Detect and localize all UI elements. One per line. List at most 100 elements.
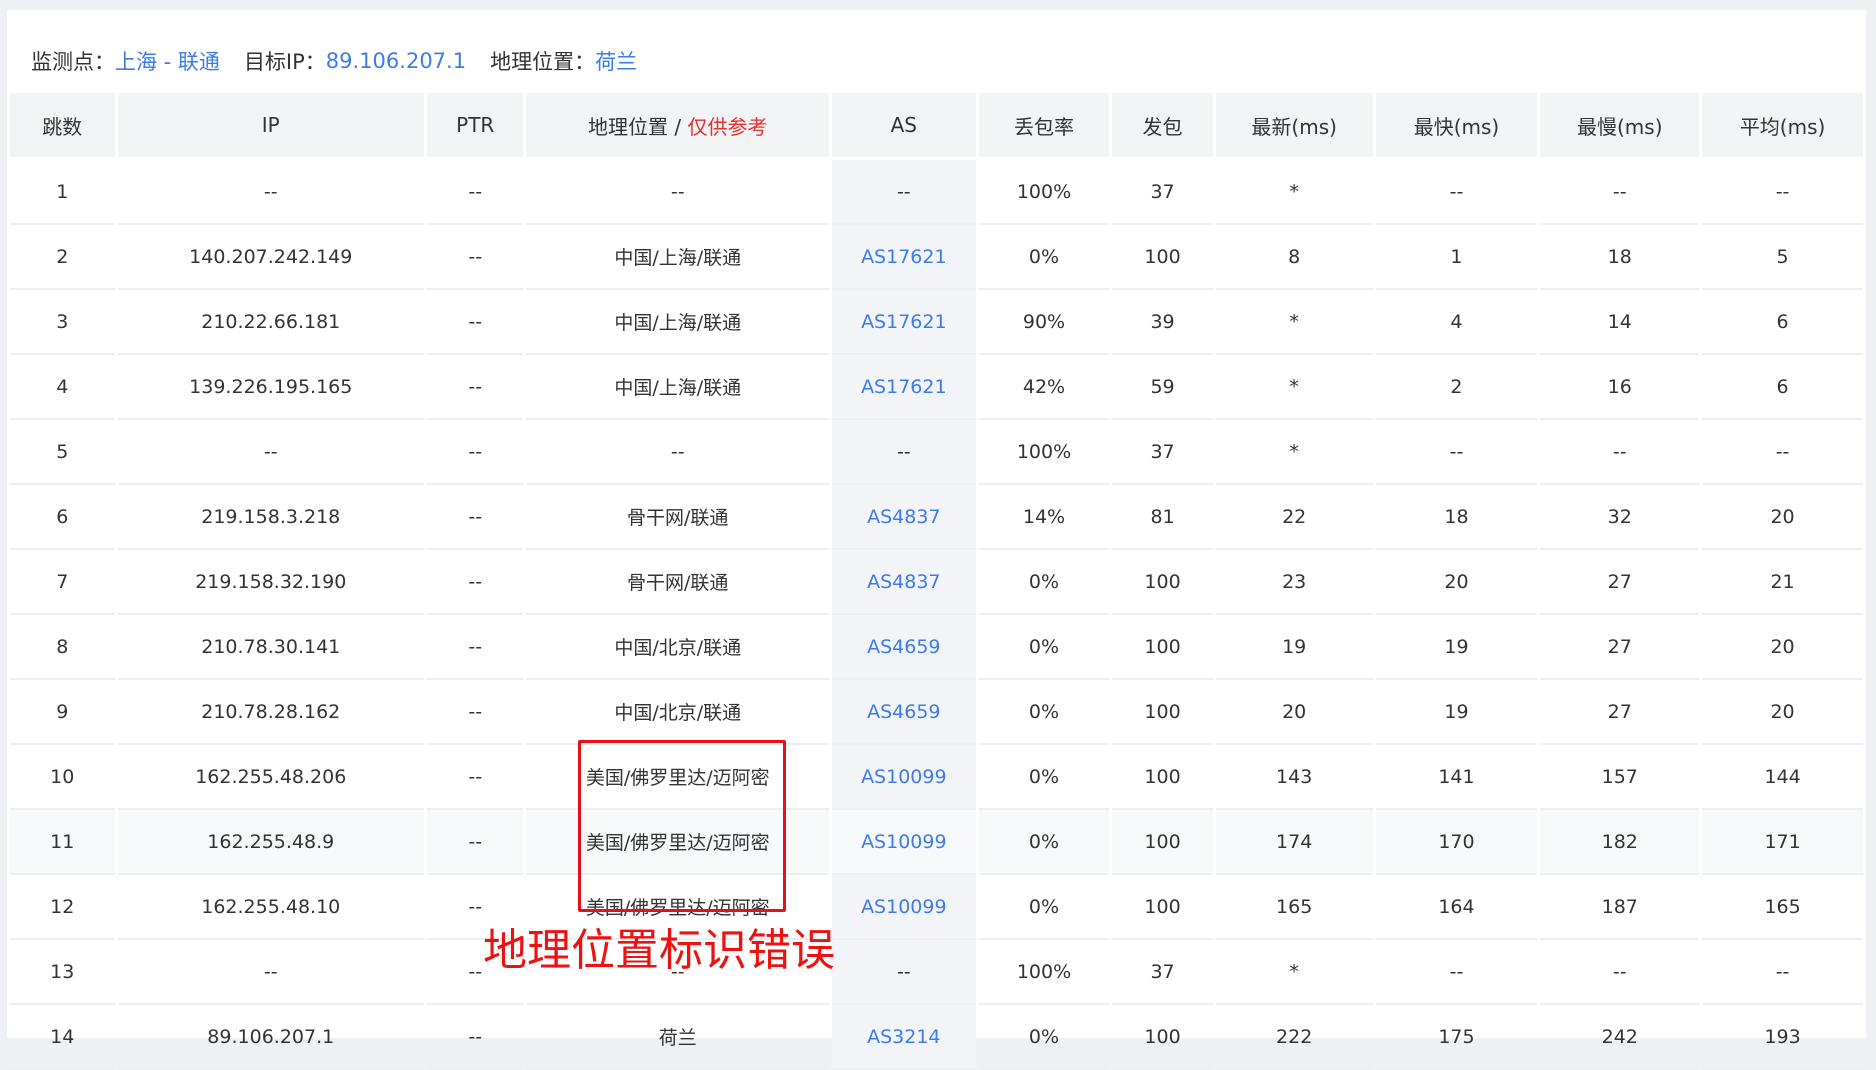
cell-best: 19 — [1375, 680, 1538, 745]
cell-sent: 100 — [1112, 1005, 1213, 1070]
as-link[interactable]: AS17621 — [861, 376, 947, 398]
cell-sent: 100 — [1112, 680, 1213, 745]
as-link: -- — [896, 180, 911, 203]
as-link[interactable]: AS10099 — [861, 896, 947, 918]
cell-loss: 100% — [978, 420, 1110, 485]
cell-sent: 100 — [1112, 225, 1213, 290]
cell-hop: 10 — [10, 745, 115, 810]
cell-sent: 100 — [1112, 810, 1213, 875]
cell-as: AS3214 — [831, 1005, 976, 1070]
cell-sent: 100 — [1112, 745, 1213, 810]
cell-avg: -- — [1702, 940, 1863, 1005]
cell-loss: 0% — [978, 225, 1110, 290]
cell-sent: 37 — [1112, 160, 1213, 225]
cell-ip: 210.78.28.162 — [117, 680, 425, 745]
cell-loss: 0% — [978, 810, 1110, 875]
cell-geo: 骨干网/联通 — [526, 550, 829, 615]
as-link[interactable]: AS4837 — [867, 571, 940, 593]
cell-loss: 0% — [978, 1005, 1110, 1070]
table-row: 13 -- -- -- -- 100% 37 * -- -- -- — [10, 940, 1863, 1005]
cell-loss: 100% — [978, 160, 1110, 225]
as-link[interactable]: AS4659 — [867, 636, 940, 658]
cell-worst: -- — [1540, 420, 1700, 485]
cell-last: 20 — [1215, 680, 1373, 745]
cell-as: AS17621 — [831, 355, 976, 420]
col-sent-header: 发包 — [1112, 93, 1213, 160]
table-row: 4 139.226.195.165 -- 中国/上海/联通 AS17621 42% 59 * 2… — [10, 355, 1863, 420]
col-ptr-header: PTR — [427, 93, 524, 160]
as-link[interactable]: AS4659 — [867, 701, 940, 723]
cell-last: 143 — [1215, 745, 1373, 810]
cell-as: AS4837 — [831, 550, 976, 615]
as-link[interactable]: AS17621 — [861, 311, 947, 333]
cell-hop: 2 — [10, 225, 115, 290]
target-label: 目标IP： — [243, 50, 326, 74]
cell-avg: 20 — [1702, 485, 1863, 550]
cell-best: -- — [1375, 420, 1538, 485]
cell-hop: 13 — [10, 940, 115, 1005]
cell-ptr: -- — [427, 615, 524, 680]
cell-loss: 90% — [978, 290, 1110, 355]
cell-hop: 7 — [10, 550, 115, 615]
cell-avg: 21 — [1702, 550, 1863, 615]
cell-loss: 42% — [978, 355, 1110, 420]
cell-hop: 12 — [10, 875, 115, 940]
cell-ip: 139.226.195.165 — [117, 355, 425, 420]
cell-avg: -- — [1702, 420, 1863, 485]
geo-location: 地理位置： 荷兰 — [490, 46, 637, 76]
cell-worst: -- — [1540, 940, 1700, 1005]
cell-ptr: -- — [427, 745, 524, 810]
col-worst-header: 最慢(ms) — [1540, 93, 1700, 160]
cell-best: 19 — [1375, 615, 1538, 680]
cell-ptr: -- — [427, 290, 524, 355]
table-row: 1 -- -- -- -- 100% 37 * -- -- -- — [10, 160, 1863, 225]
cell-worst: 27 — [1540, 615, 1700, 680]
table-row: 11 162.255.48.9 -- 美国/佛罗里达/迈阿密 AS10099 0% 100 1… — [10, 810, 1863, 875]
cell-ip: 140.207.242.149 — [117, 225, 425, 290]
table-body: 1 -- -- -- -- 100% 37 * -- -- -- 2 140.207.242.149 --… — [10, 160, 1863, 1070]
cell-best: 1 — [1375, 225, 1538, 290]
cell-ip: 89.106.207.1 — [117, 1005, 425, 1070]
cell-as: AS10099 — [831, 745, 976, 810]
cell-as: AS10099 — [831, 875, 976, 940]
geo-value[interactable]: 荷兰 — [595, 46, 637, 76]
cell-ip: -- — [117, 940, 425, 1005]
table-row: 7 219.158.32.190 -- 骨干网/联通 AS4837 0% 100 23 20 27… — [10, 550, 1863, 615]
as-link[interactable]: AS4837 — [867, 506, 940, 528]
cell-last: * — [1215, 160, 1373, 225]
as-link[interactable]: AS10099 — [861, 831, 947, 853]
cell-worst: 32 — [1540, 485, 1700, 550]
cell-last: 22 — [1215, 485, 1373, 550]
col-ip-header: IP — [117, 93, 425, 160]
col-geo-header: 地理位置 / 仅供参考 — [526, 93, 829, 160]
table-row: 6 219.158.3.218 -- 骨干网/联通 AS4837 14% 81 22 18 32 2… — [10, 485, 1863, 550]
cell-last: * — [1215, 290, 1373, 355]
error-annotation: 地理位置标识错误 — [483, 925, 835, 976]
geo-label: 地理位置： — [490, 50, 596, 74]
cell-loss: 0% — [978, 615, 1110, 680]
cell-loss: 0% — [978, 550, 1110, 615]
cell-ip: 162.255.48.10 — [117, 875, 425, 940]
cell-best: 18 — [1375, 485, 1538, 550]
target-ip: 目标IP： 89.106.207.1 — [244, 46, 466, 76]
cell-geo: -- — [526, 160, 829, 225]
cell-ip: -- — [117, 420, 425, 485]
cell-ptr: -- — [427, 355, 524, 420]
table-row: 12 162.255.48.10 -- 美国/佛罗里达/迈阿密 AS10099 0% 100… — [10, 875, 1863, 940]
cell-avg: 6 — [1702, 355, 1863, 420]
cell-best: -- — [1375, 160, 1538, 225]
col-loss-header: 丢包率 — [978, 93, 1110, 160]
as-link[interactable]: AS10099 — [861, 766, 947, 788]
target-value[interactable]: 89.106.207.1 — [326, 49, 466, 73]
as-link: -- — [896, 960, 911, 983]
cell-as: AS17621 — [831, 290, 976, 355]
cell-ptr: -- — [427, 1005, 524, 1070]
cell-as: AS10099 — [831, 810, 976, 875]
cell-best: 175 — [1375, 1005, 1538, 1070]
table-row: 3 210.22.66.181 -- 中国/上海/联通 AS17621 90% 39 * 4 14… — [10, 290, 1863, 355]
cell-worst: 16 — [1540, 355, 1700, 420]
cell-hop: 11 — [10, 810, 115, 875]
monitor-value[interactable]: 上海 - 联通 — [115, 46, 220, 76]
as-link[interactable]: AS17621 — [861, 246, 947, 268]
as-link[interactable]: AS3214 — [867, 1026, 940, 1048]
